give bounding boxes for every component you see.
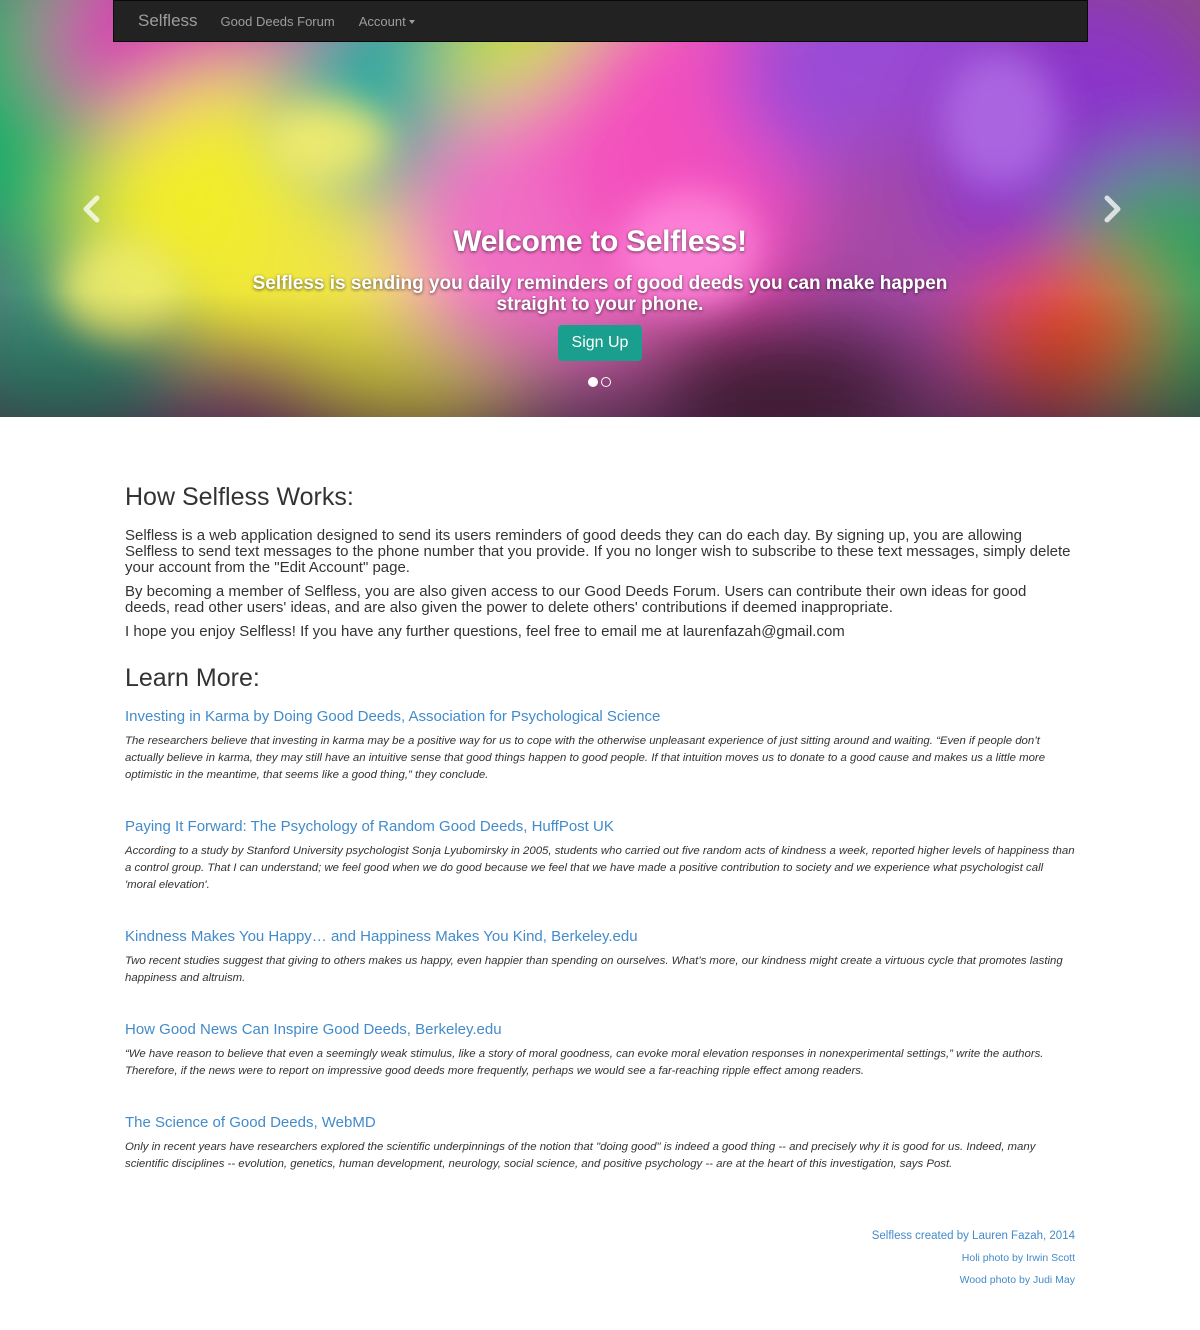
article-item: The Science of Good Deeds, WebMD Only in… <box>125 1113 1075 1173</box>
carousel-indicators <box>588 377 614 387</box>
article-list: Investing in Karma by Doing Good Deeds, … <box>125 707 1075 1173</box>
intro-paragraph: Selfless is a web application designed t… <box>125 527 1071 576</box>
main-content: How Selfless Works: Selfless is a web ap… <box>125 480 1075 1173</box>
article-quote: “We have reason to believe that even a s… <box>125 1048 1044 1077</box>
nav-link-label: Account <box>358 13 406 29</box>
nav-link-good-deeds-forum[interactable]: Good Deeds Forum <box>221 14 335 29</box>
article-quote: Only in recent years have researchers ex… <box>125 1141 1036 1170</box>
holi-photo-credit-link[interactable]: Holi photo by Irwin Scott <box>872 1250 1075 1266</box>
article-item: Paying It Forward: The Psychology of Ran… <box>125 817 1075 894</box>
intro-paragraph: By becoming a member of Selfless, you ar… <box>125 583 1027 616</box>
footer: Selfless created by Lauren Fazah, 2014 H… <box>872 1228 1075 1288</box>
carousel-indicator-1[interactable] <box>588 377 598 387</box>
nav-dropdown-account[interactable]: Account <box>359 14 415 29</box>
hero-subtitle: Selfless is sending you daily reminders … <box>252 273 948 315</box>
carousel-indicator-2[interactable] <box>601 377 611 387</box>
article-item: Kindness Makes You Happy… and Happiness … <box>125 927 1075 987</box>
article-item: Investing in Karma by Doing Good Deeds, … <box>125 707 1075 784</box>
intro-paragraph: I hope you enjoy Selfless! If you have a… <box>125 623 845 640</box>
how-it-works-heading: How Selfless Works: <box>125 483 354 511</box>
chevron-left-icon[interactable] <box>80 195 104 223</box>
article-link[interactable]: The Science of Good Deeds, WebMD <box>125 1113 1075 1133</box>
article-link[interactable]: Paying It Forward: The Psychology of Ran… <box>125 817 1075 837</box>
hero-carousel: Selfless Good Deeds Forum Account Welcom… <box>0 0 1200 417</box>
article-quote: The researchers believe that investing i… <box>125 735 1046 781</box>
nav-link-label: Good Deeds Forum <box>220 13 335 29</box>
sign-up-button[interactable]: Sign Up <box>557 325 643 361</box>
brand-link[interactable]: Selfless <box>138 11 198 31</box>
carousel-caption: Welcome to Selfless! Selfless is sending… <box>0 225 1200 361</box>
chevron-right-icon[interactable] <box>1100 195 1124 223</box>
article-link[interactable]: Kindness Makes You Happy… and Happiness … <box>125 927 1075 947</box>
article-quote: According to a study by Stanford Univers… <box>125 845 1075 891</box>
hero-title: Welcome to Selfless! <box>453 225 747 258</box>
article-item: How Good News Can Inspire Good Deeds, Be… <box>125 1020 1075 1080</box>
how-it-works-text: Selfless is a web application designed t… <box>125 528 1075 640</box>
caret-down-icon <box>408 19 415 24</box>
article-link[interactable]: How Good News Can Inspire Good Deeds, Be… <box>125 1020 1075 1040</box>
article-link[interactable]: Investing in Karma by Doing Good Deeds, … <box>125 707 1075 727</box>
creator-credit-link[interactable]: Selfless created by Lauren Fazah, 2014 <box>872 1228 1075 1244</box>
article-quote: Two recent studies suggest that giving t… <box>125 955 1063 984</box>
wood-photo-credit-link[interactable]: Wood photo by Judi May <box>872 1272 1075 1288</box>
learn-more-heading: Learn More: <box>125 664 260 692</box>
top-navbar: Selfless Good Deeds Forum Account <box>113 0 1088 42</box>
